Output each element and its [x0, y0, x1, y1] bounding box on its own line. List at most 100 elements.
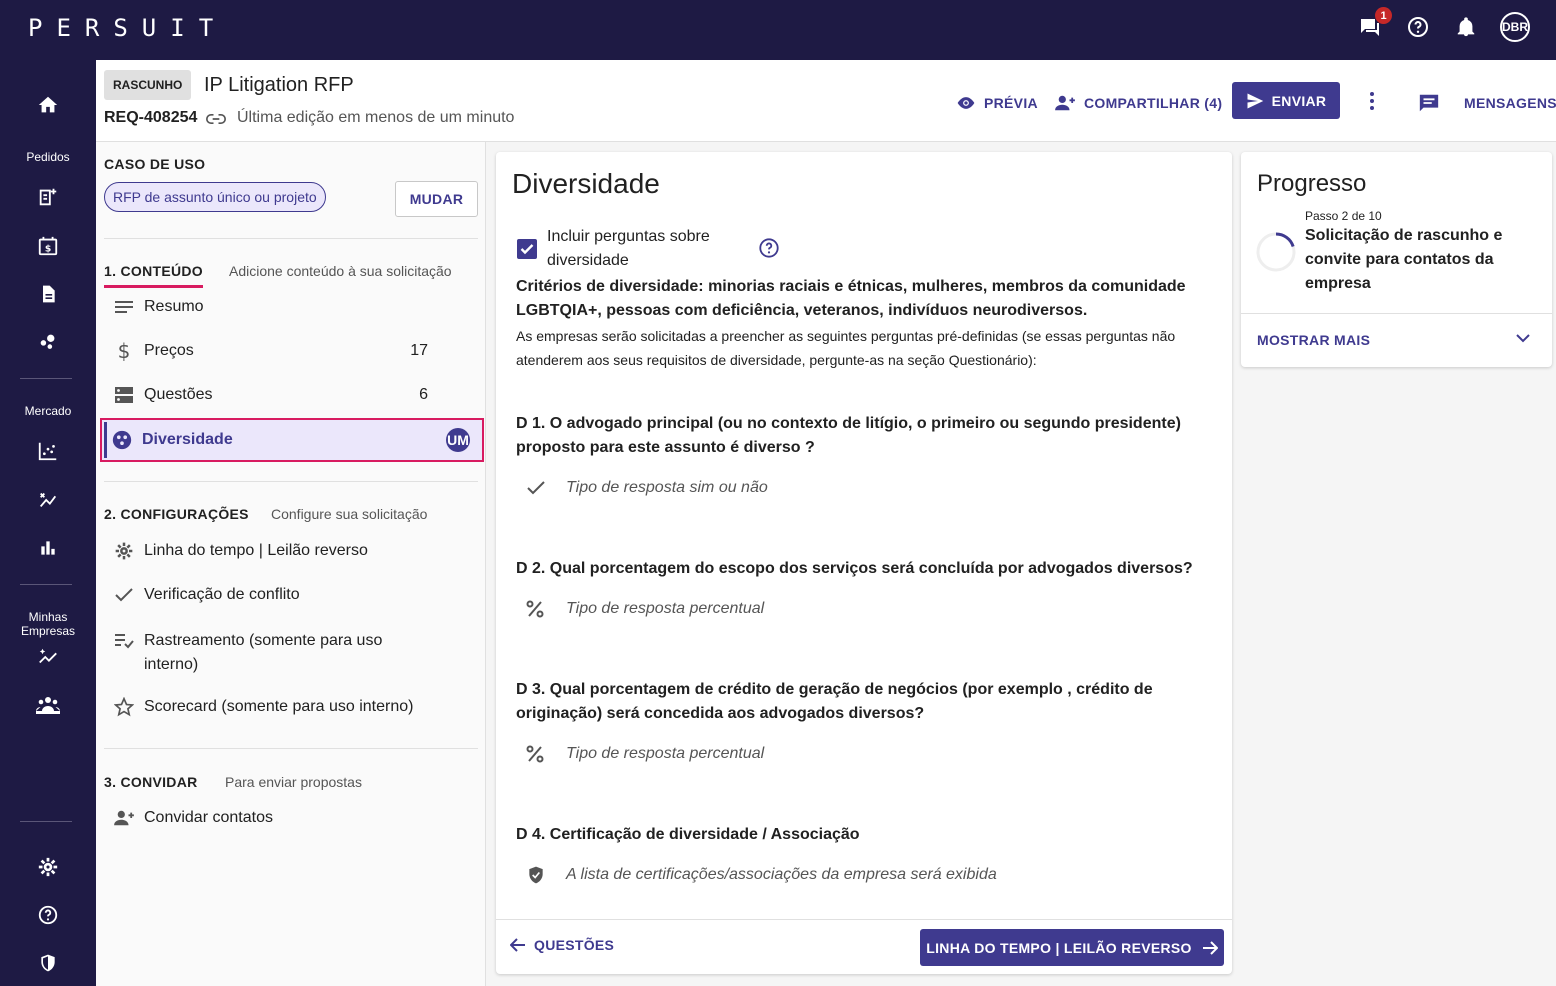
diversity-description: As empresas serão solicitadas a preenche…	[516, 328, 1176, 368]
request-header: RASCUNHO IP Litigation RFP REQ-408254 Úl…	[96, 60, 1556, 142]
shield-check-icon	[526, 864, 566, 886]
answer-type-label: Tipo de resposta percentual	[566, 600, 765, 617]
add-person-icon	[104, 809, 144, 827]
status-badge: RASCUNHO	[104, 70, 192, 100]
user-avatar[interactable]: DBR	[1500, 12, 1530, 42]
home-icon[interactable]	[0, 90, 96, 120]
top-bar: PERSUIT 1 DBR	[0, 0, 1556, 60]
usecase-title: CASO DE USO	[104, 156, 206, 172]
new-request-icon[interactable]	[0, 182, 96, 212]
more-options-icon[interactable]	[1364, 90, 1380, 117]
section-divider	[104, 481, 478, 482]
messages-button[interactable]: MENSAGENS	[1418, 91, 1556, 115]
nav-item-label: Verificação de conflito	[144, 586, 300, 603]
nav-item-label: Resumo	[144, 298, 204, 315]
document-icon[interactable]	[0, 279, 96, 309]
nav-item-tracking[interactable]: Rastreamento (somente para uso interno)	[104, 617, 478, 673]
bell-icon[interactable]	[1452, 13, 1480, 41]
eye-icon	[957, 97, 975, 109]
back-to-questions-button[interactable]: QUESTÕES	[510, 937, 614, 953]
notification-badge: 1	[1375, 7, 1392, 24]
nav-item-count: 6	[419, 386, 428, 403]
nav-item-scorecard[interactable]: Scorecard (somente para uso interno)	[104, 685, 478, 729]
send-label: ENVIAR	[1271, 92, 1327, 109]
question-title: D 4. Certificação de diversidade / Assoc…	[516, 826, 860, 843]
help-icon[interactable]	[1404, 13, 1432, 41]
rail-label-market: Mercado	[24, 404, 72, 418]
percent-icon	[526, 600, 566, 618]
progress-ring	[1256, 232, 1296, 272]
help-icon[interactable]	[758, 237, 780, 264]
arrow-right-icon	[1202, 940, 1218, 955]
svg-text:$: $	[45, 244, 51, 255]
send-icon	[1247, 93, 1263, 108]
preview-label: PRÉVIA	[984, 95, 1038, 111]
rail-divider	[20, 584, 72, 585]
include-diversity-checkbox[interactable]	[517, 239, 537, 259]
nav-item-summary[interactable]: Resumo	[104, 285, 478, 329]
send-button[interactable]: ENVIAR	[1232, 82, 1340, 119]
team-icon[interactable]	[0, 690, 96, 720]
percent-icon	[526, 745, 566, 763]
back-label: QUESTÕES	[534, 937, 615, 953]
page-title[interactable]: IP Litigation RFP	[204, 74, 354, 97]
question-title: D 2. Qual porcentagem do escopo dos serv…	[516, 560, 1193, 577]
card-footer: QUESTÕES LINHA DO TEMPO | LEILÃO REVERSO	[496, 919, 1232, 974]
bar-chart-icon[interactable]	[0, 533, 96, 563]
last-edit-text: Última edição em menos de um minuto	[237, 109, 515, 126]
assignee-avatar: UM	[446, 428, 470, 452]
content-nav-panel: CASO DE USO RFP de assunto único ou proj…	[96, 142, 486, 986]
progress-step-name: Solicitação de rascunho e convite para c…	[1305, 227, 1503, 292]
progress-step-count: Passo 2 de 10	[1305, 209, 1382, 223]
nav-item-label: Diversidade	[142, 431, 233, 448]
diversity-card: Diversidade Incluir perguntas sobre dive…	[496, 152, 1232, 974]
next-timeline-button[interactable]: LINHA DO TEMPO | LEILÃO REVERSO	[920, 929, 1224, 966]
show-more-button[interactable]: MOSTRAR MAIS	[1257, 332, 1370, 348]
question-answer-type: A lista de certificações/associações da …	[526, 863, 997, 887]
bubbles-icon[interactable]	[0, 327, 96, 357]
usecase-chip: RFP de assunto único ou projeto	[104, 182, 326, 212]
summary-lines-icon	[104, 299, 144, 315]
storage-icon	[104, 386, 144, 404]
checklist-icon	[104, 629, 144, 649]
question-answer-type: Tipo de resposta sim ou não	[526, 476, 768, 500]
nav-item-timeline[interactable]: Linha do tempo | Leilão reverso	[104, 529, 478, 573]
nav-item-count: 17	[410, 342, 428, 359]
add-person-icon	[1055, 95, 1075, 111]
app-logo[interactable]: PERSUIT	[28, 14, 227, 42]
chat-icon[interactable]: 1	[1356, 7, 1392, 41]
progress-card: Progresso Passo 2 de 10 Solicitação de r…	[1241, 152, 1552, 367]
nav-item-questions[interactable]: Questões 6	[104, 373, 478, 417]
security-shield-icon[interactable]	[0, 948, 96, 978]
section-divider	[104, 748, 478, 749]
insights-icon[interactable]	[0, 485, 96, 515]
question-title: D 1. O advogado principal (ou no context…	[516, 415, 1181, 456]
sparkle-trend-icon[interactable]	[0, 642, 96, 672]
rail-label-firms: Minhas Empresas	[20, 610, 76, 638]
nav-item-invite-contacts[interactable]: Convidar contatos	[104, 796, 478, 840]
left-rail: Pedidos $ Mercado Minhas Empresas	[0, 60, 96, 986]
settings-gear-icon[interactable]	[0, 852, 96, 882]
change-usecase-button[interactable]: MUDAR	[395, 181, 478, 217]
nav-item-label: Preços	[144, 342, 194, 359]
checkmark-icon	[520, 244, 534, 255]
check-icon	[526, 480, 566, 496]
link-icon[interactable]	[206, 112, 226, 131]
scatter-chart-icon[interactable]	[0, 436, 96, 466]
nav-item-diversity[interactable]: Diversidade UM	[100, 418, 484, 462]
config-section-subtitle: Configure sua solicitação	[271, 506, 428, 522]
nav-item-pricing[interactable]: $ Preços 17	[104, 329, 478, 373]
check-icon	[104, 587, 144, 603]
arrow-left-icon	[510, 938, 525, 952]
nav-item-conflict-check[interactable]: Verificação de conflito	[104, 573, 478, 617]
invite-section-title: 3. CONVIDAR	[104, 774, 198, 790]
help-circle-icon[interactable]	[0, 900, 96, 930]
content-section-subtitle: Adicione conteúdo à sua solicitação	[229, 263, 452, 279]
rail-label-orders: Pedidos	[26, 150, 70, 164]
chevron-down-icon[interactable]	[1515, 330, 1531, 351]
include-diversity-label[interactable]: Incluir perguntas sobre diversidade	[547, 225, 747, 273]
share-button[interactable]: COMPARTILHAR (4)	[1054, 91, 1222, 115]
pricing-calendar-icon[interactable]: $	[0, 231, 96, 261]
preview-button[interactable]: PRÉVIA	[956, 91, 1038, 115]
rail-divider	[20, 821, 72, 822]
